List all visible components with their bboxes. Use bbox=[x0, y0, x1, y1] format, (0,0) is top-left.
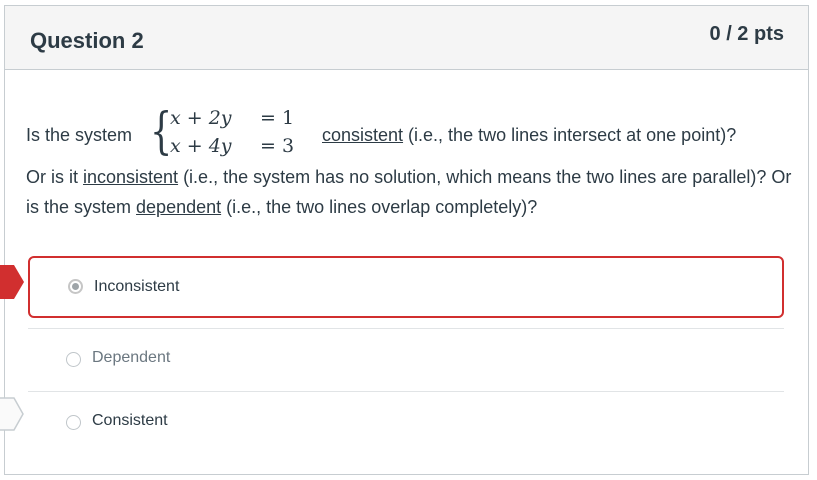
equation-rhs: = 3 bbox=[260, 135, 295, 157]
question-points: 0 / 2 pts bbox=[709, 23, 784, 45]
stem-after-text: (i.e., the two lines intersect at one po… bbox=[403, 125, 737, 145]
answer-option[interactable]: Consistent bbox=[28, 392, 784, 454]
stem-after-system: consistent (i.e., the two lines intersec… bbox=[322, 120, 736, 150]
term-dependent: dependent bbox=[136, 197, 222, 217]
answer-label: Consistent bbox=[92, 412, 168, 429]
brace-glyph: { bbox=[150, 102, 173, 160]
equation-lhs: x + 2y bbox=[170, 107, 232, 129]
radio-button[interactable] bbox=[66, 415, 81, 430]
answer-option[interactable]: Inconsistent bbox=[28, 256, 784, 318]
equation-row: x + 4y = 3 bbox=[170, 132, 294, 160]
stem-paragraph: Or is it inconsistent (i.e., the system … bbox=[26, 162, 796, 222]
equation-system: { x + 2y = 1 x + 4y = 3 bbox=[150, 104, 320, 164]
answer-option[interactable]: Dependent bbox=[28, 329, 784, 391]
stem-intro: Is the system bbox=[26, 125, 133, 145]
answer-list: Inconsistent Dependent Consistent bbox=[28, 256, 784, 454]
incorrect-arrow-icon bbox=[0, 265, 24, 299]
term-consistent: consistent bbox=[322, 125, 404, 145]
answer-label: Inconsistent bbox=[94, 278, 180, 295]
question-title: Question 2 bbox=[30, 28, 144, 53]
equation-rhs: = 1 bbox=[260, 107, 295, 129]
equation-row: x + 2y = 1 bbox=[170, 104, 294, 132]
incorrect-answer-marker bbox=[0, 265, 24, 299]
radio-button[interactable] bbox=[66, 352, 81, 367]
answer-label: Dependent bbox=[92, 349, 171, 366]
correct-arrow-icon bbox=[0, 397, 24, 431]
correct-answer-marker bbox=[0, 397, 24, 431]
stem-text: (i.e., the two lines overlap completely)… bbox=[221, 197, 538, 217]
stem-text: Or is it bbox=[26, 167, 83, 187]
term-inconsistent: inconsistent bbox=[83, 167, 179, 187]
question-header: Question 2 0 / 2 pts bbox=[5, 6, 808, 70]
equation-lhs: x + 4y bbox=[170, 135, 232, 157]
question-stem: Is the system { x + 2y = 1 x + 4y = 3 co… bbox=[26, 104, 796, 222]
radio-button[interactable] bbox=[68, 279, 83, 294]
